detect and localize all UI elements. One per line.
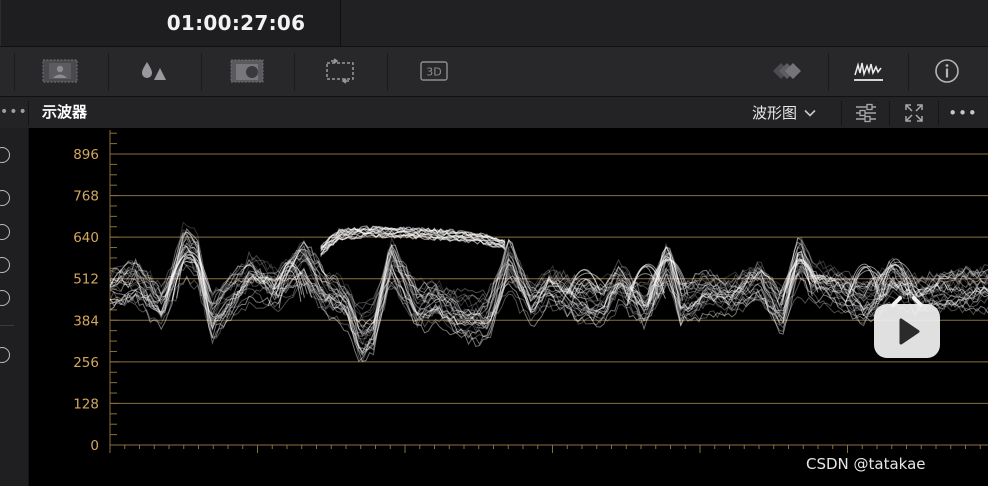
watermark-text: CSDN @tatakae <box>806 455 926 473</box>
y-tick-label: 128 <box>73 396 99 412</box>
divider <box>28 101 29 125</box>
scope-mode-dropdown[interactable]: 波形图 <box>752 100 817 125</box>
viewer-area-top <box>341 0 988 46</box>
layers-tool-button[interactable] <box>768 55 808 87</box>
scope-mode-label: 波形图 <box>752 104 798 122</box>
divider <box>294 53 295 91</box>
divider <box>201 53 202 91</box>
expand-scope-button[interactable] <box>897 101 931 125</box>
divider <box>14 53 15 91</box>
timecode-bar: 01:00:27:06 <box>0 0 988 47</box>
3d-keyer-icon: 3D <box>420 61 448 81</box>
waveform-traces <box>109 221 988 363</box>
divider <box>938 101 939 125</box>
axis-labels: 896 768 640 512 384 256 128 0 <box>73 147 99 454</box>
y-tick-label: 0 <box>90 438 99 454</box>
divider <box>108 53 109 91</box>
expand-arrows-icon <box>905 104 923 122</box>
y-tick-label: 768 <box>73 189 99 205</box>
chevron-down-icon <box>804 109 816 117</box>
y-tick-label: 256 <box>73 355 99 371</box>
divider <box>841 101 842 125</box>
scope-settings-button[interactable] <box>849 101 883 125</box>
radio-button[interactable] <box>0 347 10 363</box>
divider <box>828 53 829 91</box>
image-viewer-icon <box>42 59 78 83</box>
radio-button[interactable] <box>0 147 10 163</box>
texture-tool-button[interactable] <box>227 55 267 87</box>
divider <box>0 325 14 326</box>
divider <box>908 53 909 91</box>
color-drops-tool-button[interactable] <box>133 55 173 87</box>
left-more-options-icon[interactable]: ••• <box>0 102 27 122</box>
y-tick-label: 512 <box>73 272 99 288</box>
divider <box>387 53 388 91</box>
color-drops-icon <box>142 62 166 80</box>
panel-title: 示波器 <box>42 103 88 121</box>
radio-button[interactable] <box>0 257 10 273</box>
y-tick-label: 896 <box>73 147 99 163</box>
info-tool-button[interactable] <box>927 55 967 87</box>
sizing-tool-button[interactable] <box>320 55 360 87</box>
3d-keyer-label: 3D <box>426 66 441 79</box>
radio-button[interactable] <box>0 290 10 306</box>
timecode-display: 01:00:27:06 <box>166 11 306 35</box>
waveform-plot: 896 768 640 512 384 256 128 0 <box>73 130 988 454</box>
divider <box>889 101 890 125</box>
3d-keyer-tool-button[interactable]: 3D <box>414 55 454 87</box>
scopes-tool-button[interactable] <box>848 55 888 87</box>
bilibili-tv-logo-icon <box>874 296 940 358</box>
palette-toolbar: 3D <box>0 47 988 97</box>
waveform-scope[interactable]: 896 768 640 512 384 256 128 0 <box>29 128 988 486</box>
scope-panel-header: ••• 示波器 波形图 ••• <box>0 97 988 128</box>
radio-button[interactable] <box>0 224 10 240</box>
texture-image-icon <box>230 59 264 83</box>
waveform-scope-icon <box>854 62 883 81</box>
y-tick-label: 640 <box>73 230 99 246</box>
right-more-options-icon[interactable]: ••• <box>946 101 980 125</box>
waveform-trace <box>109 244 988 363</box>
radio-button[interactable] <box>0 190 10 206</box>
sizing-transform-icon <box>326 58 354 84</box>
image-viewer-tool-button[interactable] <box>40 55 80 87</box>
bilibili-tv-logo <box>873 295 941 359</box>
layers-diamond-icon <box>773 63 801 79</box>
sliders-settings-icon <box>856 103 876 123</box>
left-node-strip <box>0 128 29 486</box>
divider <box>0 0 1 46</box>
y-tick-label: 384 <box>73 313 99 329</box>
info-icon <box>935 59 959 83</box>
